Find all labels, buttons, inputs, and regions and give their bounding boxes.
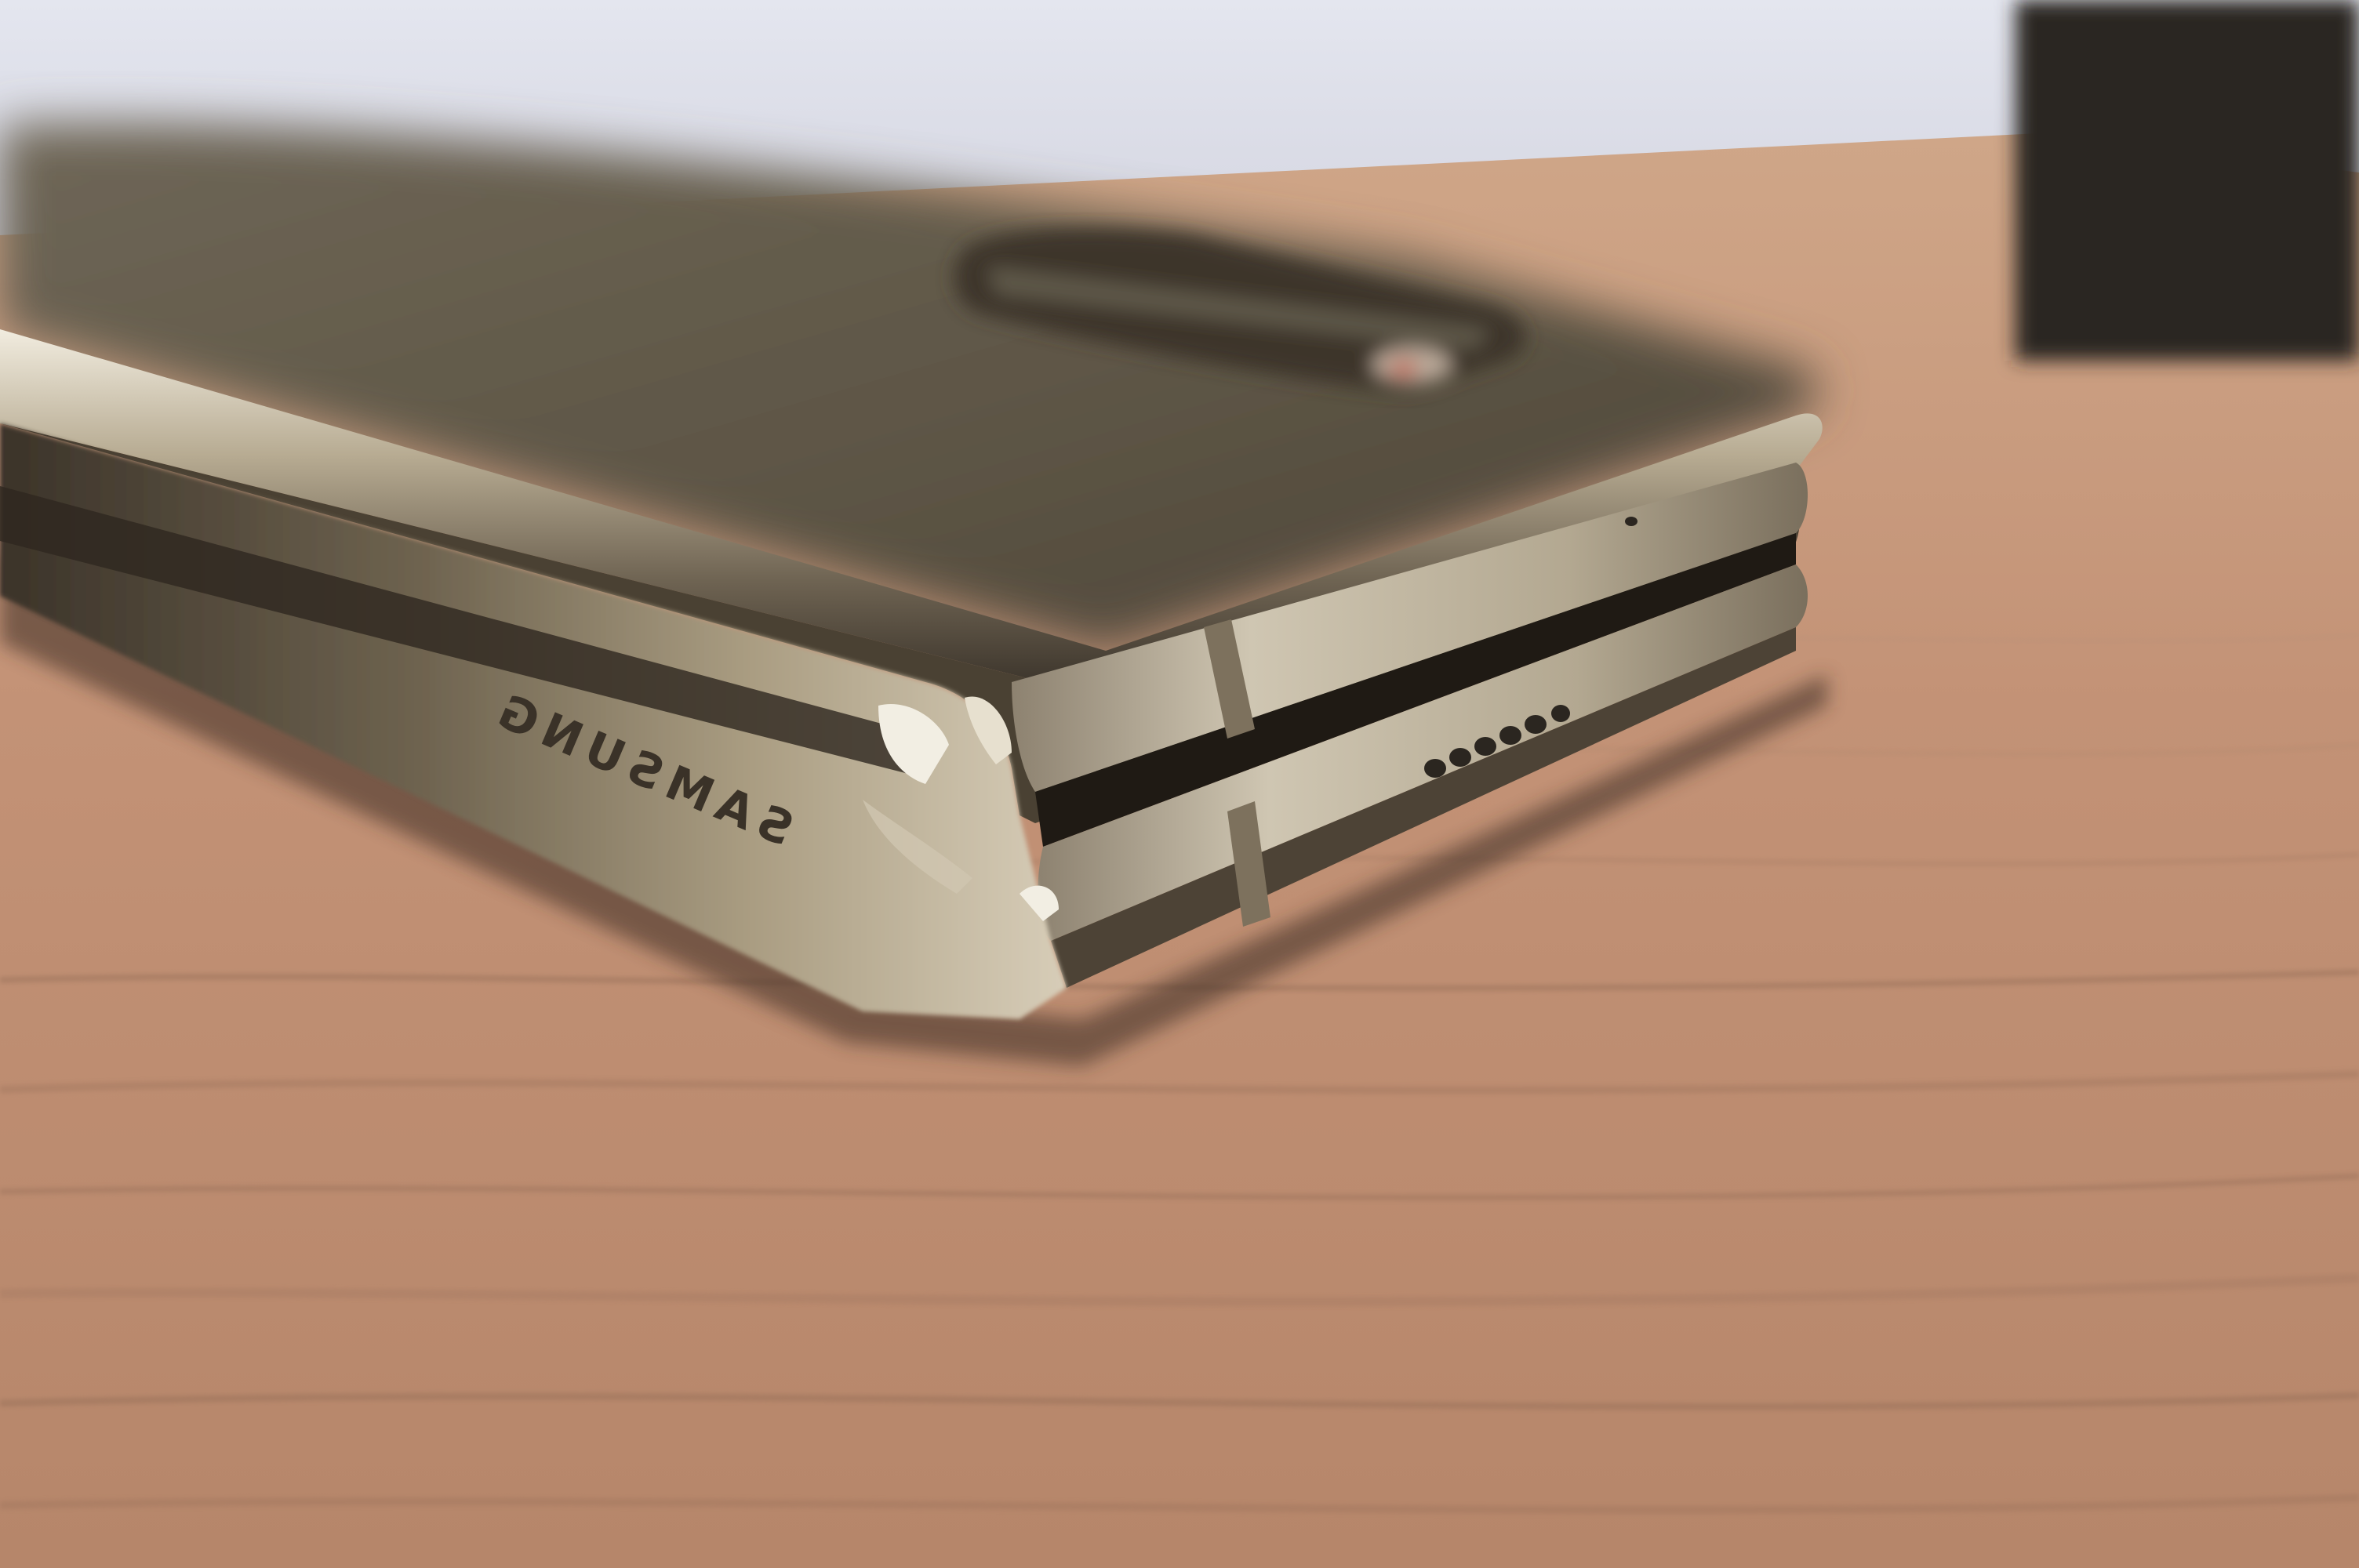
photo-scene: SAMSUNG: [0, 0, 2359, 1568]
microphone-hole: [1625, 517, 1637, 526]
photo-canvas: SAMSUNG: [0, 0, 2359, 1568]
dark-box-object: [2016, 0, 2359, 361]
